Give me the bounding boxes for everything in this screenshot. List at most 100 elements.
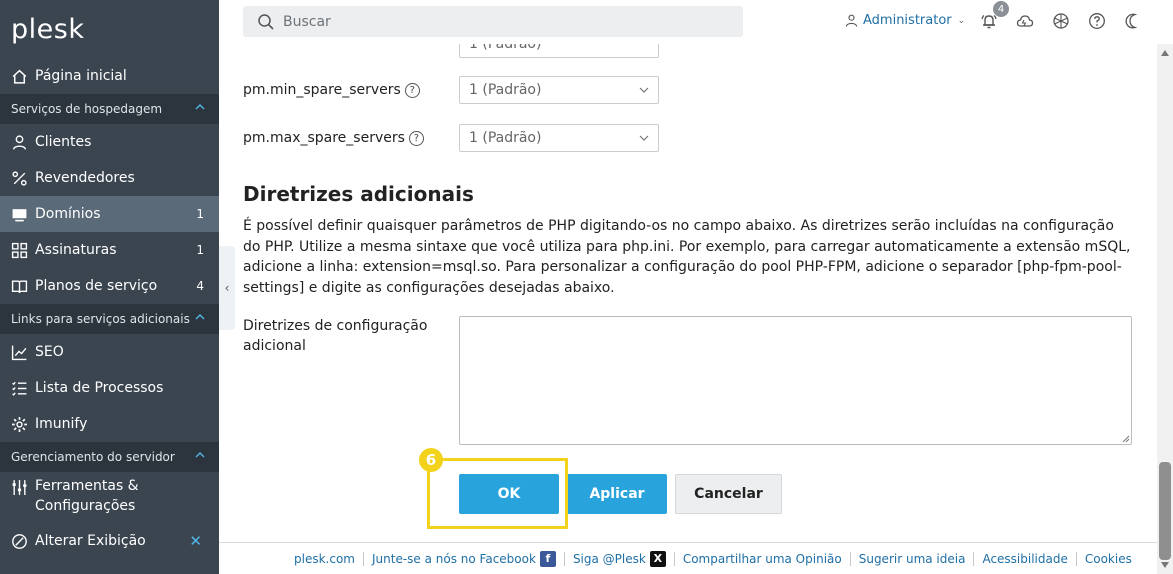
chevron-up-icon (195, 104, 205, 110)
sidebar-item-label: Clientes (35, 134, 92, 150)
sidebar-item-resellers[interactable]: Revendedores (0, 160, 219, 196)
select-value: 1 (Padrão) (469, 44, 542, 52)
user-name: Administrator (863, 13, 952, 28)
footer-separator (563, 551, 565, 566)
sidebar-item-service-plans[interactable]: Planos de serviço 4 (0, 268, 219, 304)
form-row-max-spare: pm.max_spare_servers ? 1 (Padrão) (243, 124, 659, 152)
footer-link-feedback[interactable]: Compartilhar uma Opinião (683, 552, 842, 566)
max-spare-select[interactable]: 1 (Padrão) (459, 124, 659, 152)
sidebar-item-domains[interactable]: Domínios 1 (0, 196, 219, 232)
sidebar-item-imunify[interactable]: Imunify (0, 406, 219, 442)
sidebar-item-process-list[interactable]: Lista de Processos (0, 370, 219, 406)
footer-link-label: Siga @Plesk (572, 551, 646, 566)
sidebar-item-label: Assinaturas (35, 242, 117, 258)
form-row-partial: 1 (Padrão) (243, 44, 659, 58)
sidebar-item-label: Alterar Exibição (35, 533, 146, 549)
dark-mode-icon[interactable] (1124, 12, 1142, 30)
footer-link-facebook[interactable]: Junte-se a nós no Facebook f (372, 550, 556, 567)
footer-separator (673, 551, 675, 566)
section-server[interactable]: Gerenciamento do servidor (0, 442, 219, 472)
section-links[interactable]: Links para serviços adicionais (0, 304, 219, 334)
search-input[interactable] (283, 13, 703, 30)
chevron-up-icon (195, 452, 205, 458)
textarea-label: Diretrizes de configuração adicional (243, 318, 428, 354)
select-value: 1 (Padrão) (469, 130, 542, 146)
select-value: 1 (Padrão) (469, 82, 542, 98)
additional-directives-textarea[interactable] (459, 316, 1132, 445)
help-icon[interactable] (1088, 12, 1106, 30)
sidebar-item-label: Ferramentas & Configurações (35, 478, 139, 514)
home-icon (10, 67, 28, 85)
monitor-icon (10, 205, 28, 223)
help-icon[interactable]: ? (408, 130, 424, 146)
service-plans-count: 4 (196, 279, 204, 293)
pm-partial-select[interactable]: 1 (Padrão) (459, 44, 659, 58)
grid-icon (10, 241, 28, 259)
form-row-min-spare: pm.min_spare_servers ? 1 (Padrão) (243, 76, 659, 104)
book-icon (10, 277, 28, 295)
max-spare-label: pm.max_spare_servers ? (243, 130, 459, 146)
scroll-down-arrow-icon[interactable] (1161, 562, 1169, 568)
footer-link-cookies[interactable]: Cookies (1085, 552, 1132, 566)
sidebar-item-clients[interactable]: Clientes (0, 124, 219, 160)
sidebar-item-label: Revendedores (35, 170, 135, 186)
domains-count: 1 (196, 207, 204, 221)
cancel-button[interactable]: Cancelar (675, 474, 782, 514)
min-spare-select[interactable]: 1 (Padrão) (459, 76, 659, 104)
min-spare-label: pm.min_spare_servers ? (243, 82, 459, 98)
plesk-logo[interactable]: plesk (0, 0, 219, 58)
sidebar-item-label: Planos de serviço (35, 278, 158, 294)
chevron-up-icon (195, 314, 205, 320)
vertical-scrollbar[interactable] (1157, 44, 1173, 574)
top-header: Administrator ⌄ 4 (219, 0, 1173, 44)
section-label: Links para serviços adicionais (11, 312, 190, 326)
scroll-up-arrow-icon[interactable] (1161, 50, 1169, 56)
view-toggle-icon (10, 532, 28, 550)
search-box[interactable] (243, 6, 743, 37)
sliders-icon (10, 478, 28, 496)
sidebar-item-home[interactable]: Página inicial (0, 58, 219, 94)
footer-separator (973, 551, 975, 566)
footer-separator (362, 551, 364, 566)
chart-icon (10, 343, 28, 361)
extensions-icon[interactable] (1052, 12, 1070, 30)
resize-grip-icon[interactable] (1121, 434, 1130, 443)
sidebar-item-label: Página inicial (35, 68, 127, 84)
chevron-down-icon: ⌄ (957, 15, 966, 26)
footer: plesk.com Junte-se a nós no Facebook f S… (219, 542, 1157, 574)
footer-separator (1075, 551, 1077, 566)
sidebar: plesk Página inicial Serviços de hospeda… (0, 0, 219, 574)
footer-link-accessibility[interactable]: Acessibilidade (982, 552, 1067, 566)
apply-button[interactable]: Aplicar (567, 474, 667, 514)
footer-link-suggest[interactable]: Sugerir uma ideia (859, 552, 966, 566)
sidebar-item-tools-settings[interactable]: Ferramentas & Configurações (0, 472, 219, 520)
sidebar-item-label: Imunify (35, 416, 88, 432)
section-title: Diretrizes adicionais (243, 182, 474, 206)
scrollbar-thumb[interactable] (1159, 462, 1171, 560)
chevron-down-icon (639, 87, 649, 93)
cloud-icon[interactable] (1016, 12, 1034, 30)
user-icon (845, 14, 858, 27)
search-icon (258, 13, 274, 30)
section-description: É possível definir quaisquer parâmetros … (243, 218, 1131, 296)
gear-icon (10, 415, 28, 433)
sidebar-item-subscriptions[interactable]: Assinaturas 1 (0, 232, 219, 268)
close-icon[interactable]: ✕ (189, 532, 202, 550)
subscriptions-count: 1 (196, 243, 204, 257)
sidebar-item-seo[interactable]: SEO (0, 334, 219, 370)
step-badge: 6 (419, 448, 443, 472)
sidebar-item-label: SEO (35, 344, 64, 360)
section-label: Gerenciamento do servidor (11, 450, 175, 464)
section-hosting[interactable]: Serviços de hospedagem (0, 94, 219, 124)
footer-link-plesk[interactable]: plesk.com (294, 552, 355, 566)
user-menu[interactable]: Administrator ⌄ (845, 13, 965, 28)
field-label: pm.min_spare_servers (243, 82, 401, 98)
field-label: pm.max_spare_servers (243, 130, 405, 146)
sidebar-item-change-view[interactable]: Alterar Exibição ✕ (0, 523, 219, 559)
footer-link-x[interactable]: Siga @Plesk X (572, 550, 666, 567)
sidebar-item-label: Domínios (35, 206, 101, 222)
help-icon[interactable]: ? (404, 82, 420, 98)
list-icon (10, 379, 28, 397)
notification-badge: 4 (993, 1, 1009, 17)
percent-icon (10, 169, 28, 187)
